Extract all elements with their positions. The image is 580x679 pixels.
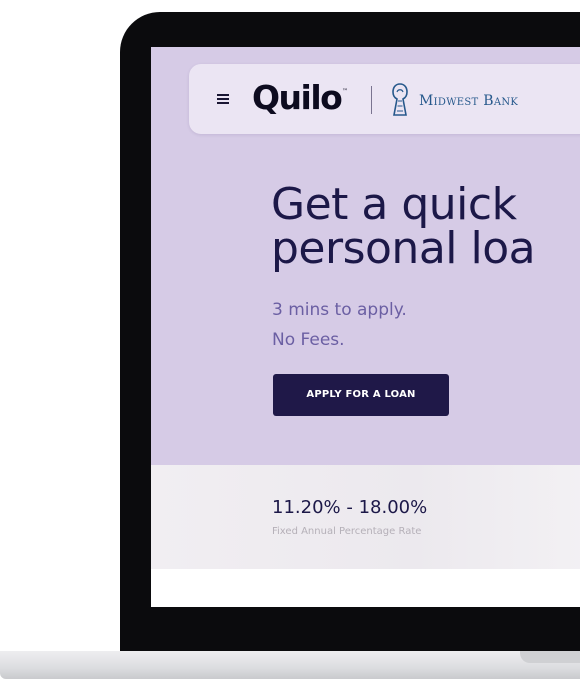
hero-subtitle-no-fees: No Fees. bbox=[272, 330, 345, 350]
hero-subtitle-apply-time: 3 mins to apply. bbox=[272, 300, 407, 320]
quilo-logo[interactable]: Quilo bbox=[252, 78, 343, 118]
trademark-mark: ™ bbox=[342, 88, 348, 95]
rate-section: 11.20% - 18.00% Fixed Annual Percentage … bbox=[151, 465, 580, 569]
laptop-base bbox=[0, 651, 580, 679]
laptop-mockup: Quilo ™ Midwest Bank Get a quick persona… bbox=[0, 0, 580, 679]
apr-range-caption: Fixed Annual Percentage Rate bbox=[272, 526, 422, 537]
top-navbar: Quilo ™ Midwest Bank bbox=[189, 64, 580, 134]
apr-range-value: 11.20% - 18.00% bbox=[272, 497, 428, 518]
logo-divider bbox=[371, 86, 372, 114]
hamburger-menu-icon[interactable] bbox=[217, 94, 231, 104]
hero-headline: Get a quick personal loa bbox=[271, 179, 536, 274]
screen-bottom-area bbox=[151, 569, 580, 607]
laptop-screen: Quilo ™ Midwest Bank Get a quick persona… bbox=[151, 47, 580, 607]
apply-for-loan-button[interactable]: APPLY FOR A LOAN bbox=[273, 374, 449, 416]
hero-section: Quilo ™ Midwest Bank Get a quick persona… bbox=[151, 47, 580, 465]
midwest-bank-emblem-icon bbox=[392, 83, 408, 116]
midwest-bank-logo-text[interactable]: Midwest Bank bbox=[419, 92, 518, 110]
hero-headline-line-2: personal loa bbox=[271, 223, 536, 274]
laptop-base-notch bbox=[520, 651, 580, 663]
hero-headline-line-1: Get a quick bbox=[271, 179, 517, 230]
